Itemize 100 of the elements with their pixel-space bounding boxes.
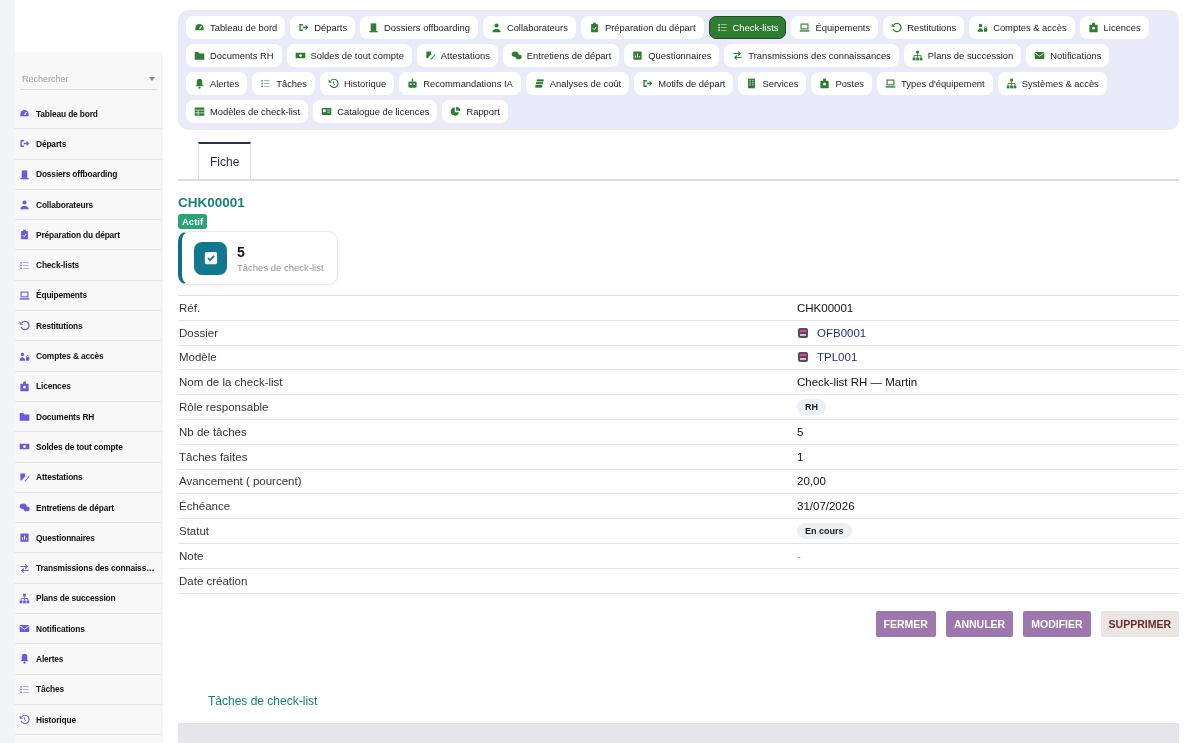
nav-chip[interactable]: Alertes	[186, 72, 248, 95]
nav-chip[interactable]: Restitutions	[883, 16, 965, 39]
list-icon	[260, 78, 272, 89]
field-value: -	[797, 549, 801, 562]
sidebar-item[interactable]: Tableau de bord	[15, 99, 161, 130]
action-button[interactable]: MODIFIER	[1023, 610, 1091, 637]
nav-chip[interactable]: Comptes & accès	[969, 16, 1075, 39]
envelope-icon	[19, 623, 30, 635]
field-value: CHK00001	[797, 301, 854, 314]
field-label: Tâches faites	[178, 450, 249, 463]
sidebar-item[interactable]: Préparation du départ	[15, 220, 161, 251]
sidebar-item[interactable]: Comptes & accès	[15, 341, 161, 372]
delete-button[interactable]: SUPPRIMER	[1100, 610, 1179, 637]
laptop-icon	[885, 78, 897, 89]
undo-icon	[891, 22, 903, 33]
sidebar-item[interactable]: Restitutions	[15, 311, 161, 342]
nav-chip[interactable]: Documents RH	[186, 44, 282, 67]
nav-chip[interactable]: Notifications	[1026, 44, 1110, 67]
stat-label: Tâches de check-list	[237, 261, 324, 273]
clipboard-icon	[588, 22, 600, 33]
sidebar-item[interactable]: Historique	[15, 704, 161, 736]
sidebar-item[interactable]: Collaborateurs	[15, 189, 161, 221]
nav-chip[interactable]: Équipements	[791, 16, 879, 39]
exit-icon	[298, 22, 310, 33]
sidebar-item[interactable]: Transmissions des connaiss…	[15, 553, 161, 584]
checkbox-icon	[194, 241, 227, 275]
sidebar-item[interactable]: Soldes de tout compte	[15, 432, 161, 463]
nav-chip[interactable]: Entretiens de départ	[502, 44, 620, 67]
nav-chip[interactable]: Services	[738, 72, 807, 95]
action-button[interactable]: ANNULER	[945, 610, 1014, 637]
sidebar-item[interactable]: Notifications	[15, 614, 161, 645]
nav-chip[interactable]: Types d'équipement	[877, 72, 993, 95]
nav-chip[interactable]: Transmissions des connaissances	[724, 44, 899, 67]
table-icon	[194, 106, 205, 117]
status-badge: Actif	[178, 214, 208, 229]
sidebar-item[interactable]: Entretiens de départ	[15, 492, 161, 524]
sitemap-icon	[1005, 78, 1017, 89]
sidebar-item[interactable]: Documents RH	[15, 401, 161, 433]
nav-chip[interactable]: Catalogue de licences	[313, 100, 438, 123]
field-label: Date création	[178, 574, 249, 587]
field-value: Check-list RH — Martin	[797, 376, 918, 389]
nav-chip[interactable]: Modèles de check-list	[186, 100, 309, 123]
nav-chip[interactable]: Soldes de tout compte	[286, 44, 412, 67]
nav-chip[interactable]: Systèmes & accès	[997, 72, 1107, 95]
nav-chip[interactable]: Licences	[1079, 16, 1149, 39]
nav-chip[interactable]: Analyses de coût	[525, 72, 630, 95]
nav-chip[interactable]: Check-lists	[708, 16, 787, 39]
folder-icon	[194, 50, 205, 61]
swap-icon	[19, 562, 30, 574]
tab[interactable]: Fiche	[198, 142, 252, 179]
field-label: Avancement ( pourcent)	[178, 475, 303, 488]
exit-icon	[19, 138, 30, 150]
nav-chip[interactable]: Historique	[319, 72, 395, 95]
pie-icon	[450, 106, 462, 117]
nav-chip[interactable]: Dossiers offboarding	[360, 16, 478, 39]
sidebar-item[interactable]: Alertes	[15, 644, 161, 675]
chart-icon	[632, 50, 644, 61]
sidebar-item[interactable]: Attestations	[15, 462, 161, 493]
badge-icon	[1087, 22, 1099, 33]
record-link[interactable]: OFB0001	[817, 326, 867, 339]
exit-icon	[642, 78, 654, 89]
undo-icon	[19, 320, 30, 332]
folder-icon	[19, 411, 30, 423]
caret-icon	[149, 77, 155, 81]
users-icon	[977, 22, 989, 33]
chart-icon	[19, 532, 30, 544]
nav-chip[interactable]: Plans de succession	[903, 44, 1022, 67]
nav-chip[interactable]: Postes	[811, 72, 873, 95]
stat-value: 5	[237, 243, 246, 260]
sidebar-item[interactable]: Licences	[15, 371, 161, 402]
sidebar-item[interactable]: Équipements	[15, 280, 161, 312]
nav-chip[interactable]: Rapport	[442, 100, 508, 123]
sidebar-item[interactable]: Questionnaires	[15, 523, 161, 554]
nav-chip[interactable]: Collaborateurs	[482, 16, 576, 39]
field-value: 20,00	[797, 475, 826, 488]
sitemap-icon	[19, 592, 30, 604]
nav-chip[interactable]: Préparation du départ	[580, 16, 704, 39]
search-field[interactable]: Rechercher	[20, 68, 158, 90]
nav-chip[interactable]: Tâches	[252, 72, 315, 95]
sidebar-item[interactable]: Tâches	[15, 674, 161, 705]
card-icon	[321, 106, 333, 117]
sidebar-item[interactable]: Départs	[15, 129, 161, 160]
sidebar-item[interactable]: Plans de succession	[15, 583, 161, 615]
chat-icon	[510, 50, 522, 61]
envelope-icon	[1034, 50, 1046, 61]
sidebar-item[interactable]: Dossiers offboarding	[15, 159, 161, 190]
list-icon	[19, 259, 30, 271]
field-label: Échéance	[178, 500, 232, 513]
nav-chip[interactable]: Tableau de bord	[186, 16, 286, 39]
field-label: Dossier	[178, 326, 219, 339]
action-button[interactable]: FERMER	[875, 610, 936, 637]
clipboard-icon	[19, 229, 30, 241]
nav-chip[interactable]: Départs	[290, 16, 356, 39]
nav-chip[interactable]: Motifs de départ	[634, 72, 734, 95]
history-icon	[327, 78, 339, 89]
sidebar-item[interactable]: Check-lists	[15, 250, 161, 281]
nav-chip[interactable]: Questionnaires	[624, 44, 720, 67]
nav-chip[interactable]: Recommandations IA	[399, 72, 521, 95]
record-link[interactable]: TPL001	[817, 351, 858, 364]
nav-chip[interactable]: Attestations	[416, 44, 498, 67]
